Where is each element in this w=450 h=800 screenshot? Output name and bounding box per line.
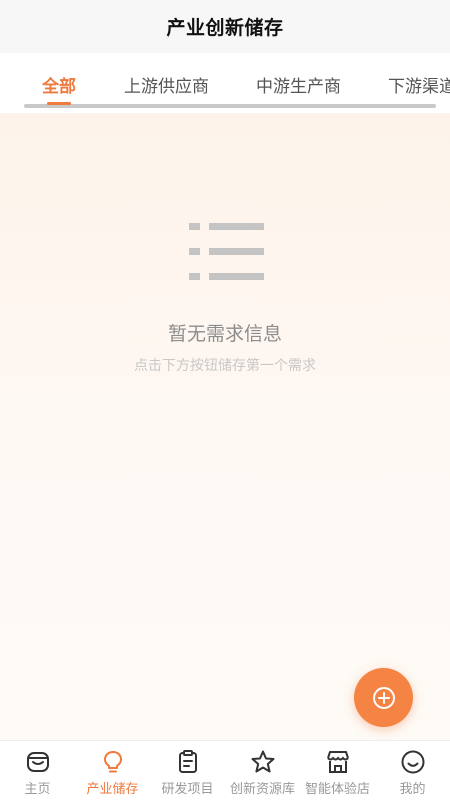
bottom-navigation: 主页 产业储存 研发项目 创新资源库 智能体验店 我的: [0, 740, 450, 800]
nav-item-innovation-library[interactable]: 创新资源库: [225, 741, 300, 800]
active-tab-indicator: [47, 102, 71, 105]
nav-item-home[interactable]: 主页: [0, 741, 75, 800]
app-header: 产业创新储存: [0, 0, 450, 53]
home-face-icon: [26, 752, 49, 772]
category-tabs: 全部 上游供应商 中游生产商 下游渠道: [0, 53, 450, 113]
smile-icon: [401, 750, 424, 774]
empty-state-subtitle: 点击下方按钮储存第一个需求: [134, 358, 316, 374]
nav-item-rd-projects[interactable]: 研发项目: [150, 741, 225, 800]
store-icon: [326, 751, 349, 773]
empty-state-title: 暂无需求信息: [167, 323, 282, 345]
nav-label-innovation-library: 创新资源库: [229, 782, 295, 797]
list-icon: [189, 223, 264, 280]
main-content: 暂无需求信息 点击下方按钮储存第一个需求: [0, 113, 450, 740]
nav-label-rd-projects: 研发项目: [161, 782, 214, 797]
add-circle-icon: [372, 686, 395, 709]
nav-item-smart-store[interactable]: 智能体验店: [300, 741, 375, 800]
add-demand-button[interactable]: [354, 668, 413, 727]
nav-item-mine[interactable]: 我的: [375, 741, 450, 800]
clipboard-icon: [178, 750, 197, 773]
nav-label-smart-store: 智能体验店: [304, 782, 370, 797]
tab-midstream-producers[interactable]: 中游生产商: [256, 72, 341, 97]
nav-label-mine: 我的: [399, 782, 426, 797]
tab-scrollbar[interactable]: [24, 104, 436, 108]
lightbulb-icon: [103, 751, 122, 773]
star-icon: [251, 750, 274, 773]
tab-upstream-suppliers[interactable]: 上游供应商: [124, 72, 209, 97]
nav-label-industry-storage: 产业储存: [86, 782, 139, 797]
nav-item-industry-storage[interactable]: 产业储存: [75, 741, 150, 800]
page-title: 产业创新储存: [166, 17, 284, 39]
tab-all[interactable]: 全部: [42, 72, 76, 97]
tab-downstream-channels[interactable]: 下游渠道: [388, 72, 450, 97]
nav-label-home: 主页: [24, 782, 51, 797]
